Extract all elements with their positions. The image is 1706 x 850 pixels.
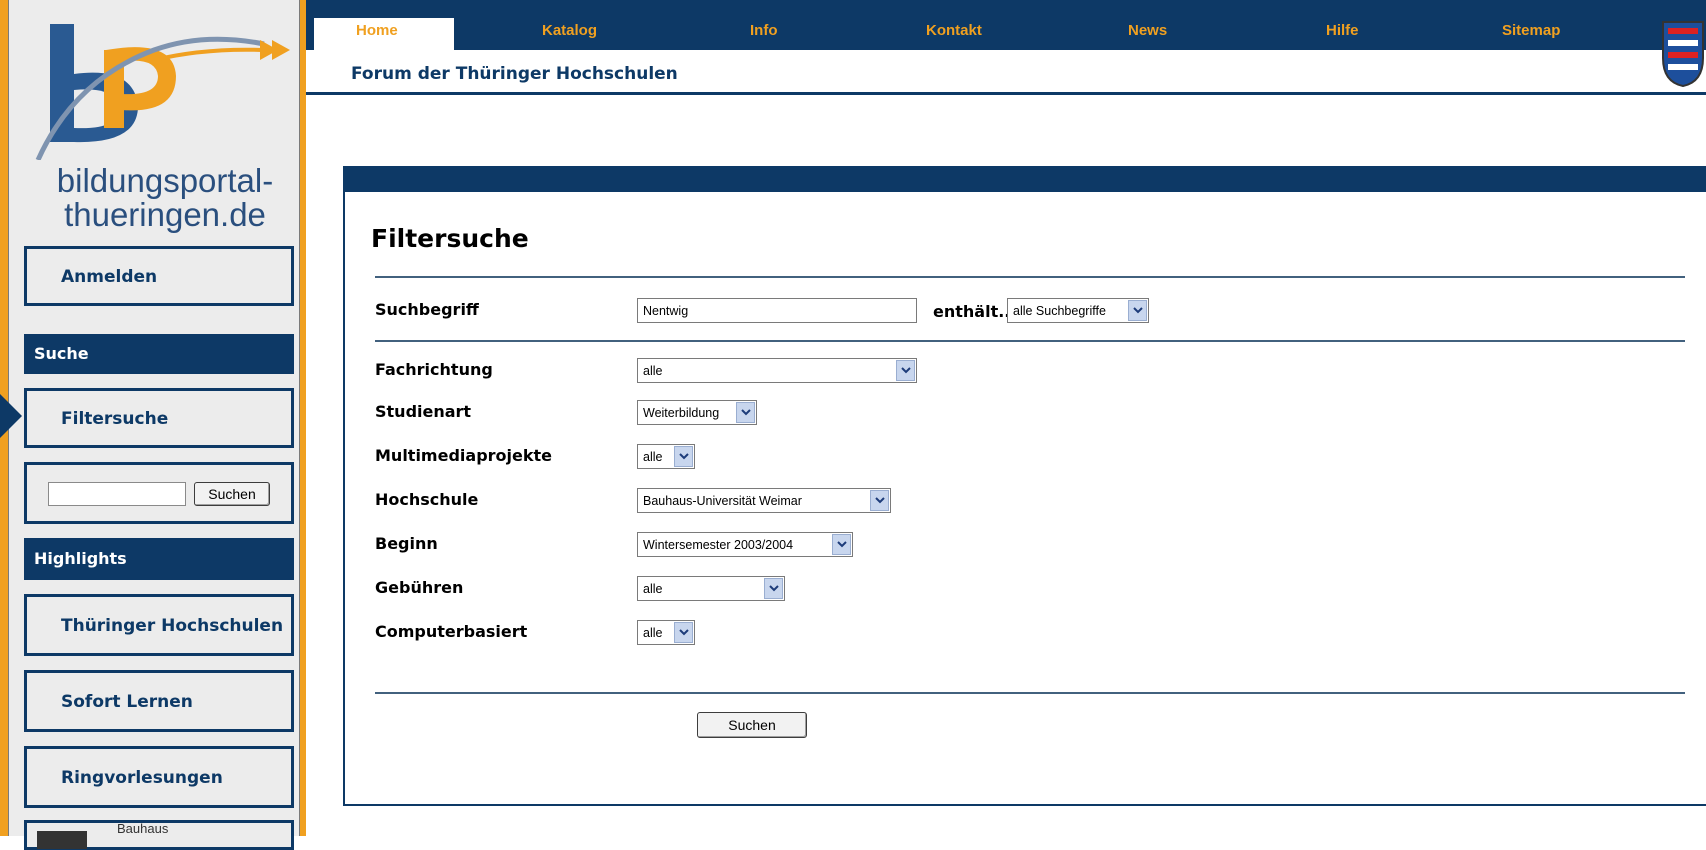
- beginn-select[interactable]: Wintersemester 2003/2004: [637, 532, 853, 557]
- multimedia-select[interactable]: alle: [637, 444, 695, 469]
- sidebar: bildungsportal- thueringen.de Anmelden S…: [0, 0, 306, 850]
- quick-search-input[interactable]: [48, 482, 186, 506]
- fachrichtung-label: Fachrichtung: [375, 360, 493, 379]
- divider: [375, 692, 1685, 694]
- computerbasiert-select-value: alle: [643, 626, 663, 640]
- hochschule-label: Hochschule: [375, 490, 479, 509]
- thuringia-crest-icon: [1662, 21, 1704, 88]
- filter-search-panel: Filtersuche Suchbegriff Nentwig enthält.…: [343, 166, 1706, 806]
- logo-graphic: [35, 24, 290, 162]
- sidebar-item-label: Sofort Lernen: [61, 692, 193, 712]
- studienart-label: Studienart: [375, 402, 472, 421]
- site-subtitle: Forum der Thüringer Hochschulen: [351, 64, 678, 84]
- computerbasiert-select[interactable]: alle: [637, 620, 695, 645]
- logo-text-line2: thueringen.de: [64, 196, 266, 233]
- contains-label: enthält...: [933, 302, 1017, 321]
- nav-home[interactable]: Home: [356, 22, 398, 39]
- logo-text-line1: bildungsportal-: [56, 162, 274, 199]
- chevron-down-icon: [1128, 300, 1147, 321]
- highlights-heading: Highlights: [24, 538, 294, 580]
- filter-search-box[interactable]: Filtersuche: [24, 388, 294, 448]
- fachrichtung-select-value: alle: [643, 364, 663, 378]
- sidebar-item-thueringer-hochschulen[interactable]: Thüringer Hochschulen: [24, 594, 294, 656]
- gebuehren-label: Gebühren: [375, 578, 464, 597]
- beginn-select-value: Wintersemester 2003/2004: [643, 538, 794, 552]
- studienart-select[interactable]: Weiterbildung: [637, 400, 757, 425]
- bauhaus-logo-icon: [37, 831, 87, 849]
- beginn-label: Beginn: [375, 534, 438, 553]
- filter-search-link[interactable]: Filtersuche: [61, 409, 168, 429]
- login-link[interactable]: Anmelden: [61, 267, 157, 287]
- top-navigation: Home Katalog Info Kontakt News Hilfe Sit…: [306, 0, 1706, 50]
- suchbegriff-input[interactable]: Nentwig: [637, 298, 917, 323]
- suchbegriff-label: Suchbegriff: [375, 300, 479, 319]
- multimedia-select-value: alle: [643, 450, 663, 464]
- search-heading: Suche: [24, 334, 294, 374]
- sidebar-item-label: Thüringer Hochschulen: [61, 616, 284, 636]
- multimedia-label: Multimediaprojekte: [375, 446, 552, 465]
- chevron-down-icon: [832, 534, 851, 555]
- contains-select-value: alle Suchbegriffe: [1013, 304, 1106, 318]
- gebuehren-select-value: alle: [643, 582, 663, 596]
- nav-kontakt[interactable]: Kontakt: [926, 22, 982, 39]
- hochschule-select-value: Bauhaus-Universität Weimar: [643, 494, 802, 508]
- nav-hilfe[interactable]: Hilfe: [1326, 22, 1359, 39]
- sidebar-item-ringvorlesungen[interactable]: Ringvorlesungen: [24, 746, 294, 808]
- divider: [375, 276, 1685, 278]
- divider: [375, 340, 1685, 342]
- nav-katalog[interactable]: Katalog: [542, 22, 597, 39]
- site-logo[interactable]: bildungsportal- thueringen.de: [34, 10, 296, 233]
- hochschule-select[interactable]: Bauhaus-Universität Weimar: [637, 488, 891, 513]
- chevron-down-icon: [896, 360, 915, 381]
- login-box[interactable]: Anmelden: [24, 246, 294, 306]
- nav-news[interactable]: News: [1128, 22, 1167, 39]
- sidebar-item-label: Ringvorlesungen: [61, 768, 223, 788]
- chevron-down-icon: [870, 490, 889, 511]
- chevron-down-icon: [764, 578, 783, 599]
- nav-info[interactable]: Info: [750, 22, 778, 39]
- sidebar-item-bauhaus[interactable]: Bauhaus: [24, 820, 294, 850]
- chevron-down-icon: [674, 446, 693, 467]
- submit-search-button[interactable]: Suchen: [697, 712, 807, 738]
- current-page-arrow-icon: [0, 394, 22, 438]
- fachrichtung-select[interactable]: alle: [637, 358, 917, 383]
- subheader: Forum der Thüringer Hochschulen: [306, 50, 1706, 95]
- chevron-down-icon: [736, 402, 755, 423]
- gebuehren-select[interactable]: alle: [637, 576, 785, 601]
- chevron-down-icon: [674, 622, 693, 643]
- sidebar-item-label: Bauhaus: [117, 821, 169, 836]
- contains-select[interactable]: alle Suchbegriffe: [1007, 298, 1149, 323]
- sidebar-item-sofort-lernen[interactable]: Sofort Lernen: [24, 670, 294, 732]
- studienart-select-value: Weiterbildung: [643, 406, 720, 420]
- quick-search-button[interactable]: Suchen: [194, 482, 270, 506]
- computerbasiert-label: Computerbasiert: [375, 622, 528, 641]
- page-title: Filtersuche: [371, 224, 529, 253]
- nav-sitemap[interactable]: Sitemap: [1502, 22, 1560, 39]
